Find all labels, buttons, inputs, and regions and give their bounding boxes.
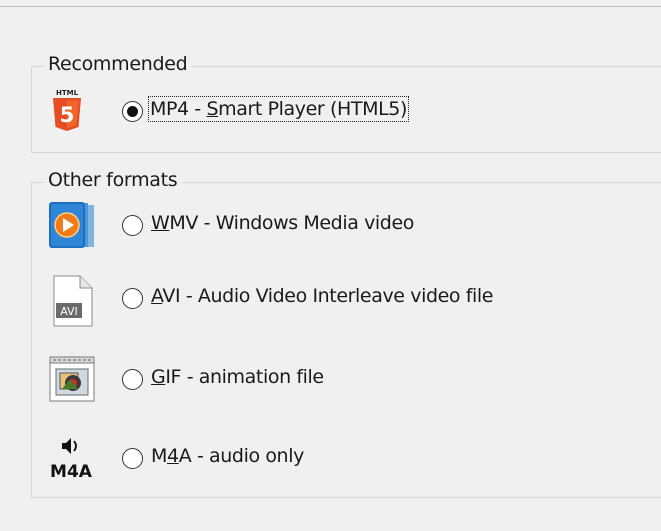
wmv-label-post: MV - Windows Media video — [169, 212, 414, 234]
html5-icon-text: HTML — [56, 89, 79, 97]
m4a-label[interactable]: M4A - audio only — [151, 445, 304, 467]
mp4-label-post: mart Player (HTML5) — [218, 98, 407, 120]
avi-radio[interactable] — [122, 288, 143, 309]
avi-label-post: VI - Audio Video Interleave video file — [162, 285, 494, 307]
avi-label[interactable]: AVI - Audio Video Interleave video file — [151, 285, 494, 307]
html5-icon-digit: 5 — [60, 103, 75, 127]
wmv-label-mnemonic: W — [151, 212, 170, 234]
avi-icon-text: AVI — [60, 305, 78, 318]
recommended-legend: Recommended — [44, 53, 192, 75]
option-avi[interactable]: AVI AVI - Audio Video Interleave video f… — [48, 275, 548, 327]
top-divider — [0, 6, 661, 7]
mp4-label[interactable]: MP4 - Smart Player (HTML5) — [148, 96, 409, 122]
avi-label-mnemonic: A — [151, 285, 163, 307]
m4a-icon-text: M4A — [50, 462, 93, 482]
gif-label-post: IF - animation file — [165, 366, 324, 388]
html5-icon: HTML 5 — [50, 86, 84, 134]
m4a-radio[interactable] — [122, 448, 143, 469]
gif-animation-icon — [48, 355, 98, 405]
other-formats-legend: Other formats — [44, 169, 182, 191]
m4a-label-post: A - audio only — [178, 445, 305, 467]
option-wmv[interactable]: WMV - Windows Media video — [48, 200, 468, 252]
m4a-label-mnemonic: 4 — [167, 445, 179, 467]
gif-radio[interactable] — [122, 369, 143, 390]
gif-label[interactable]: GIF - animation file — [151, 366, 324, 388]
wmv-label[interactable]: WMV - Windows Media video — [151, 212, 414, 234]
wmv-radio[interactable] — [122, 215, 143, 236]
m4a-audio-icon: M4A — [48, 433, 98, 485]
mp4-radio[interactable] — [122, 101, 143, 122]
mp4-label-mnemonic: S — [206, 98, 219, 120]
option-m4a[interactable]: M4A M4A - audio only — [48, 433, 468, 485]
gif-label-mnemonic: G — [151, 366, 166, 388]
m4a-label-pre: M — [151, 445, 167, 467]
option-mp4[interactable]: HTML 5 MP4 - Smart Player (HTML5) — [50, 86, 450, 136]
windows-media-icon — [48, 200, 98, 250]
avi-file-icon: AVI — [50, 275, 96, 327]
mp4-label-pre: MP4 - — [150, 98, 207, 120]
option-gif[interactable]: GIF - animation file — [48, 355, 468, 407]
